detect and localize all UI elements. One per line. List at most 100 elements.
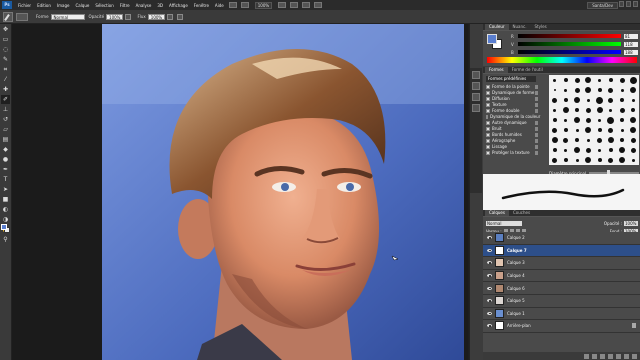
brush-tip[interactable] <box>583 135 594 145</box>
adjustment-layer-icon[interactable] <box>608 353 613 359</box>
brush-tip[interactable] <box>560 95 571 105</box>
eye-icon[interactable] <box>486 273 493 278</box>
layer-row[interactable]: Calque 2 <box>483 232 640 245</box>
brush-tip[interactable] <box>549 125 560 135</box>
rotate-view-icon[interactable] <box>302 2 311 8</box>
link-layers-icon[interactable] <box>584 353 589 359</box>
brush-tip[interactable] <box>572 105 583 115</box>
brush-tip[interactable] <box>594 145 605 155</box>
brush-tip[interactable] <box>605 75 616 85</box>
brush-tip[interactable] <box>628 155 639 165</box>
eye-icon[interactable] <box>486 260 493 265</box>
lasso-tool-icon[interactable]: ◌ <box>1 45 10 54</box>
dodge-tool-icon[interactable]: ● <box>1 155 10 164</box>
channel-value-field[interactable]: 81 <box>624 33 638 39</box>
brush-tip[interactable] <box>549 135 560 145</box>
channel-value-field[interactable]: 118 <box>624 41 638 47</box>
layer-style-icon[interactable] <box>592 353 597 359</box>
move-tool-icon[interactable]: ✥ <box>1 25 10 34</box>
menu-1[interactable]: Edition <box>34 3 54 8</box>
tab-couches[interactable]: Couches <box>508 210 535 216</box>
layer-row[interactable]: Calque 4 <box>483 269 640 283</box>
minimize-icon[interactable] <box>619 1 624 7</box>
tab-nuanc-[interactable]: Nuanc. <box>508 24 531 30</box>
type-tool-icon[interactable]: T <box>1 175 10 184</box>
zoom-tool-icon[interactable]: ⚲ <box>1 235 10 244</box>
eye-icon[interactable] <box>486 286 493 291</box>
brush-tip[interactable] <box>560 85 571 95</box>
brush-tip[interactable] <box>572 155 583 165</box>
layer-row[interactable]: Calque 3 <box>483 257 640 270</box>
pressure-size-icon[interactable] <box>177 13 184 20</box>
brush-tip[interactable] <box>594 95 605 105</box>
menu-10[interactable]: Aide <box>212 3 227 8</box>
blur-tool-icon[interactable]: ◆ <box>1 145 10 154</box>
workspace-switcher[interactable]: Santa/Dev <box>587 2 618 9</box>
brush-tip[interactable] <box>560 125 571 135</box>
history-panel-icon[interactable] <box>472 71 480 79</box>
brush-tip[interactable] <box>617 75 628 85</box>
menu-3[interactable]: Calque <box>72 3 92 8</box>
eyedropper-tool-icon[interactable]: ⁄ <box>1 75 10 84</box>
stamp-tool-icon[interactable]: ⊥ <box>1 105 10 114</box>
brush-tip[interactable] <box>583 105 594 115</box>
menu-8[interactable]: Affichage <box>166 3 191 8</box>
brush-tip[interactable] <box>560 135 571 145</box>
actions-panel-icon[interactable] <box>472 82 480 90</box>
brush-tip[interactable] <box>572 75 583 85</box>
brush-tip[interactable] <box>617 105 628 115</box>
pressure-opacity-icon[interactable] <box>125 13 132 20</box>
brush-tip[interactable] <box>617 145 628 155</box>
brush-tip[interactable] <box>549 85 560 95</box>
brush-presets-button[interactable]: Formes prédéfinies <box>486 76 536 82</box>
brush-tip[interactable] <box>549 155 560 165</box>
layer-row[interactable]: Calque 7 <box>483 244 640 258</box>
brush-tip[interactable] <box>605 145 616 155</box>
opacity-field[interactable]: 100% <box>106 13 124 20</box>
brush-tip[interactable] <box>572 125 583 135</box>
channel-value-field[interactable]: 188 <box>624 49 638 55</box>
brush-option-item[interactable]: Protéger la texture <box>486 150 538 156</box>
tab-forme-de-l-outil[interactable]: Forme de l'outil <box>507 67 547 73</box>
brush-tip[interactable] <box>594 105 605 115</box>
brush-option-checkbox[interactable] <box>486 91 490 95</box>
lock-icon[interactable] <box>535 121 538 125</box>
eye-icon[interactable] <box>486 248 493 253</box>
brush-tip[interactable] <box>617 85 628 95</box>
lock-icon[interactable] <box>535 145 538 149</box>
layer-row[interactable]: Calque 6 <box>483 282 640 295</box>
brush-tip[interactable] <box>583 125 594 135</box>
layer-row[interactable]: Calque 1 <box>483 307 640 321</box>
brush-tip[interactable] <box>549 145 560 155</box>
brush-tip[interactable] <box>605 105 616 115</box>
menu-2[interactable]: Image <box>54 3 73 8</box>
lock-icon[interactable] <box>535 139 538 143</box>
panel-foreground-color[interactable] <box>487 34 497 44</box>
brush-tip[interactable] <box>605 95 616 105</box>
brush-tip[interactable] <box>617 95 628 105</box>
brush-tip[interactable] <box>617 115 628 125</box>
lock-icon[interactable] <box>535 109 538 113</box>
close-icon[interactable] <box>633 1 638 7</box>
layer-row[interactable]: Arrière-plan <box>483 320 640 333</box>
character-panel-icon[interactable] <box>472 93 480 101</box>
brush-tip[interactable] <box>605 155 616 165</box>
brush-tip[interactable] <box>549 75 560 85</box>
layer-mask-icon[interactable] <box>600 353 605 359</box>
pen-tool-icon[interactable]: ✒ <box>1 165 10 174</box>
brush-tip[interactable] <box>560 105 571 115</box>
brush-option-checkbox[interactable] <box>486 109 490 113</box>
brush-tip[interactable] <box>628 85 639 95</box>
brush-tip[interactable] <box>549 95 560 105</box>
brush-tip[interactable] <box>560 115 571 125</box>
brush-tip[interactable] <box>572 95 583 105</box>
brush-tool-preset-icon[interactable] <box>3 11 13 22</box>
menu-0[interactable]: Fichier <box>15 3 34 8</box>
layer-row[interactable]: Calque 5 <box>483 294 640 308</box>
brush-tip[interactable] <box>560 75 571 85</box>
color-swatches[interactable] <box>1 224 10 233</box>
bridge-icon[interactable] <box>228 2 237 8</box>
brush-tip[interactable] <box>583 145 594 155</box>
brush-option-checkbox[interactable] <box>486 139 490 143</box>
crop-tool-icon[interactable]: ⌗ <box>1 65 10 74</box>
